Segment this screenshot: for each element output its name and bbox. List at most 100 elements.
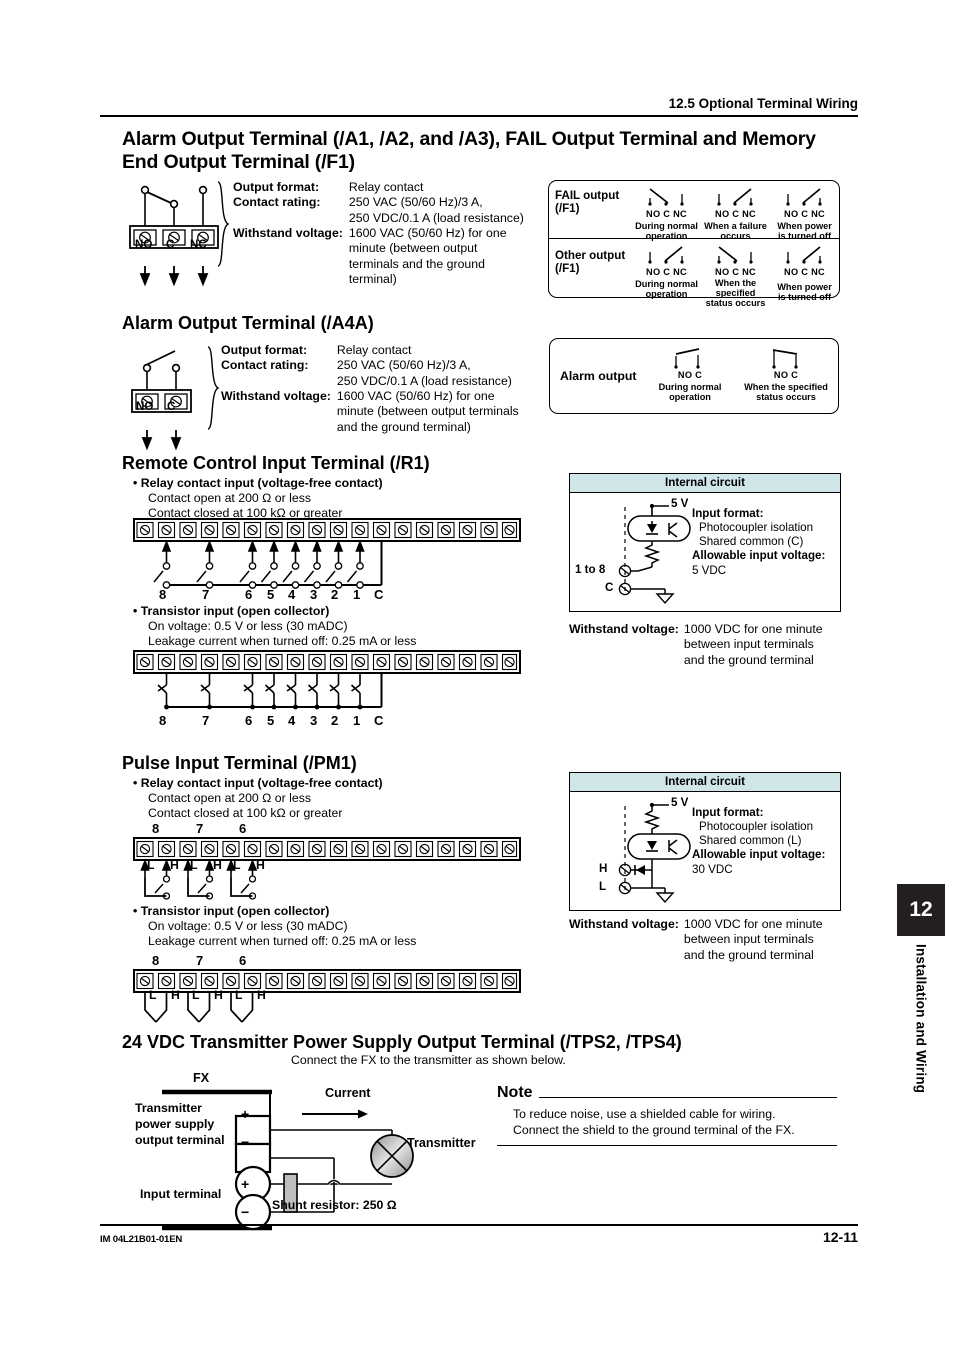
pin-pair-label: L (235, 988, 243, 1002)
state-cell-other-specified: NO C NC When the specified status occurs (701, 240, 770, 308)
state-caption-l2: operation (669, 392, 711, 403)
text-contact-closed-pm1: Contact closed at 100 kΩ or greater (148, 806, 343, 820)
state-caption-l1: When the specified (744, 382, 828, 392)
spec-value-withstand-3: and the ground terminal) (336, 419, 471, 434)
spec-value-contact-rating-2: 250 VDC/0.1 A (load resistance) (336, 373, 512, 388)
other-output-row-name: Other output (555, 249, 626, 262)
page-header: 12.5 Optional Terminal Wiring (100, 96, 858, 117)
spec-value-withstand-2: minute (between output terminals (336, 404, 519, 419)
symbol-plus-input: + (241, 1176, 250, 1192)
text-photocoupler-r1: Photocoupler isolation (699, 521, 814, 535)
spec-brace-a4a (206, 345, 220, 431)
pin-pair-labels-transistor-pm1: L H L H L H (134, 988, 520, 1008)
pin-pair-labels-relay-pm1: L H L H L H (134, 858, 520, 878)
transmitter-wiring-diagram (124, 1070, 484, 1240)
withstand-label-pm1: Withstand voltage: (569, 917, 679, 931)
text-contact-open-pm1: Contact open at 200 Ω or less (148, 791, 311, 805)
pin-pair-label: L (190, 858, 198, 872)
pin-label: 1 (353, 587, 361, 602)
terminal-label-no-a1: NO (135, 238, 153, 251)
symbol-minus-power: − (241, 1134, 250, 1150)
label-current: Current (325, 1086, 371, 1100)
note-rule-bottom (497, 1144, 837, 1146)
state-caption-l3: status occurs (705, 298, 766, 309)
state-caption-l1: When a failure (704, 221, 767, 231)
label-terminal-c-r1: C (605, 581, 614, 594)
spec-value-contact-rating-1: 250 VAC (50/60 Hz)/3 A, (336, 358, 471, 373)
state-pins: NO C (773, 370, 799, 380)
bullet-transistor-r1: • Transistor input (open collector) (133, 604, 330, 618)
withstand-line1-pm1: 1000 VDC for one minute (683, 917, 823, 931)
chapter-tab: 12 (897, 884, 945, 936)
text-contact-open-r1: Contact open at 200 Ω or less (148, 491, 311, 505)
terminal-label-c-a4a: C (167, 400, 176, 413)
spec-value-withstand-2: minute (between output (348, 241, 478, 256)
fail-output-row-name: FAIL output (555, 189, 620, 202)
spec-label-output-format: Output format: (233, 180, 320, 194)
internal-circuit-box-pm1: Internal circuit 5 V H L Input format: P… (569, 772, 841, 911)
section-title-tps: 24 VDC Transmitter Power Supply Output T… (122, 1032, 682, 1052)
state-pins: NO C NC (715, 267, 756, 277)
spec-value-output-format: Relay contact (336, 343, 412, 357)
state-pins: NO C (677, 370, 703, 380)
pin-number: 8 (152, 953, 160, 968)
terminal-label-nc-a1: NC (190, 238, 207, 251)
state-caption-l2: operation (645, 289, 688, 300)
label-power-terminal-l3: output terminal (135, 1133, 225, 1148)
pin-pair-label: L (149, 988, 157, 1002)
pin-label: 7 (202, 587, 210, 602)
pin-pair-label: L (233, 858, 241, 872)
state-caption-l1: When power (777, 221, 832, 231)
state-caption-l1: During normal (635, 221, 698, 231)
pin-label: 6 (245, 587, 253, 602)
withstand-line3-pm1: and the ground terminal (683, 947, 814, 962)
value-allowable-voltage-pm1: 30 VDC (692, 862, 733, 876)
pin-label: 3 (310, 587, 318, 602)
footer-rule (100, 1224, 858, 1226)
label-supply-5v-pm1: 5 V (671, 796, 689, 809)
bullet-transistor-pm1: • Transistor input (open collector) (133, 904, 330, 918)
withstand-voltage-pm1: Withstand voltage: 1000 VDC for one minu… (569, 917, 849, 963)
pin-label: 2 (331, 713, 339, 728)
label-input-format-pm1: Input format: (692, 806, 764, 819)
value-allowable-voltage-r1: 5 VDC (692, 563, 727, 577)
chapter-label-text: Installation and Wiring (913, 944, 929, 1094)
other-output-row-name2: (/F1) (555, 262, 580, 276)
text-shared-common-r1: Shared common (C) (699, 535, 804, 549)
withstand-line2-r1: between input terminals (683, 637, 814, 652)
state-cell-fail-poweroff: NO C NC When power is turned off (770, 182, 839, 241)
state-caption-l1: When power (777, 282, 832, 292)
text-shared-common-pm1: Shared common (L) (699, 834, 802, 848)
pin-label: C (374, 587, 384, 602)
spec-value-contact-rating-1: 250 VAC (50/60 Hz)/3 A, (348, 195, 483, 210)
state-caption-l2: is turned off (777, 292, 832, 303)
note-rule-top (538, 1096, 837, 1098)
label-terminal-l-pm1: L (599, 880, 607, 893)
pin-label: 6 (245, 713, 253, 728)
spec-label-contact-rating: Contact rating: (221, 358, 309, 373)
terminal-label-c-a1: C (166, 238, 175, 251)
state-cell-alarm-normal: NO C During normal operation (646, 345, 734, 413)
pin-label: C (374, 713, 384, 728)
terminal-strip-relay-r1 (133, 518, 521, 607)
spec-label-withstand-voltage: Withstand voltage: (233, 226, 343, 241)
text-on-voltage-pm1: On voltage: 0.5 V or less (30 mADC) (148, 919, 348, 933)
label-fx: FX (193, 1071, 210, 1085)
spec-value-withstand-3: terminals and the ground (348, 256, 485, 271)
subtitle-tps: Connect the FX to the transmitter as sho… (291, 1053, 566, 1067)
pin-numbers-transistor-pm1: 8 7 6 (134, 953, 520, 969)
note-line-2: Connect the shield to the ground termina… (513, 1122, 795, 1137)
pin-pair-label: H (170, 858, 179, 872)
label-shunt-resistor: Shunt resistor: 250 Ω (272, 1198, 397, 1212)
manual-id: IM 04L21B01-01EN (100, 1234, 183, 1245)
spec-list-a4a: Output format: Relay contact Contact rat… (221, 343, 541, 435)
text-photocoupler-pm1: Photocoupler isolation (699, 820, 814, 834)
pin-label: 7 (202, 713, 210, 728)
pin-pair-label: H (214, 988, 223, 1002)
bullet-relay-contact-r1: • Relay contact input (voltage-free cont… (133, 476, 383, 490)
note-line-1: To reduce noise, use a shielded cable fo… (513, 1107, 776, 1121)
state-caption-l1: During normal (658, 382, 722, 392)
alarm-output-row-name: Alarm output (560, 369, 637, 383)
state-caption-l1: When the (714, 278, 757, 288)
section-title-alarm-a4a: Alarm Output Terminal (/A4A) (122, 313, 374, 333)
